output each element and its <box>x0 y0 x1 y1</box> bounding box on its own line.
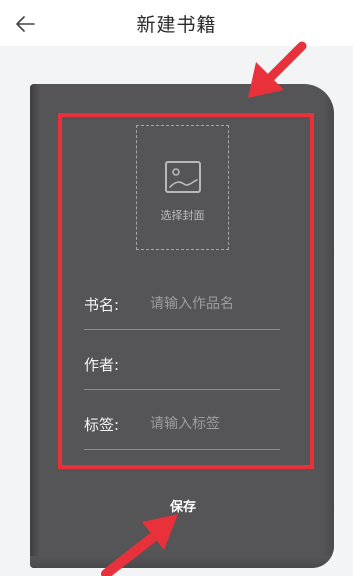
image-icon <box>165 161 201 193</box>
tags-input[interactable] <box>150 413 278 435</box>
author-label: 作者: <box>84 356 120 374</box>
author-underline <box>84 389 280 390</box>
top-bar: 新建书籍 <box>0 0 353 46</box>
page-title: 新建书籍 <box>136 14 217 36</box>
author-input[interactable] <box>150 353 278 375</box>
book-edge-right <box>322 84 334 568</box>
book-edge-bottom <box>30 556 334 568</box>
book-spine <box>30 84 40 568</box>
save-button[interactable]: 保存 <box>158 494 208 516</box>
select-cover-button[interactable]: 选择封面 <box>136 125 229 250</box>
book-name-input[interactable] <box>150 293 278 315</box>
tags-label: 标签: <box>84 416 120 434</box>
book-name-underline <box>84 329 280 330</box>
select-cover-label: 选择封面 <box>160 209 205 222</box>
tags-underline <box>84 449 280 450</box>
book-name-label: 书名: <box>84 296 120 314</box>
